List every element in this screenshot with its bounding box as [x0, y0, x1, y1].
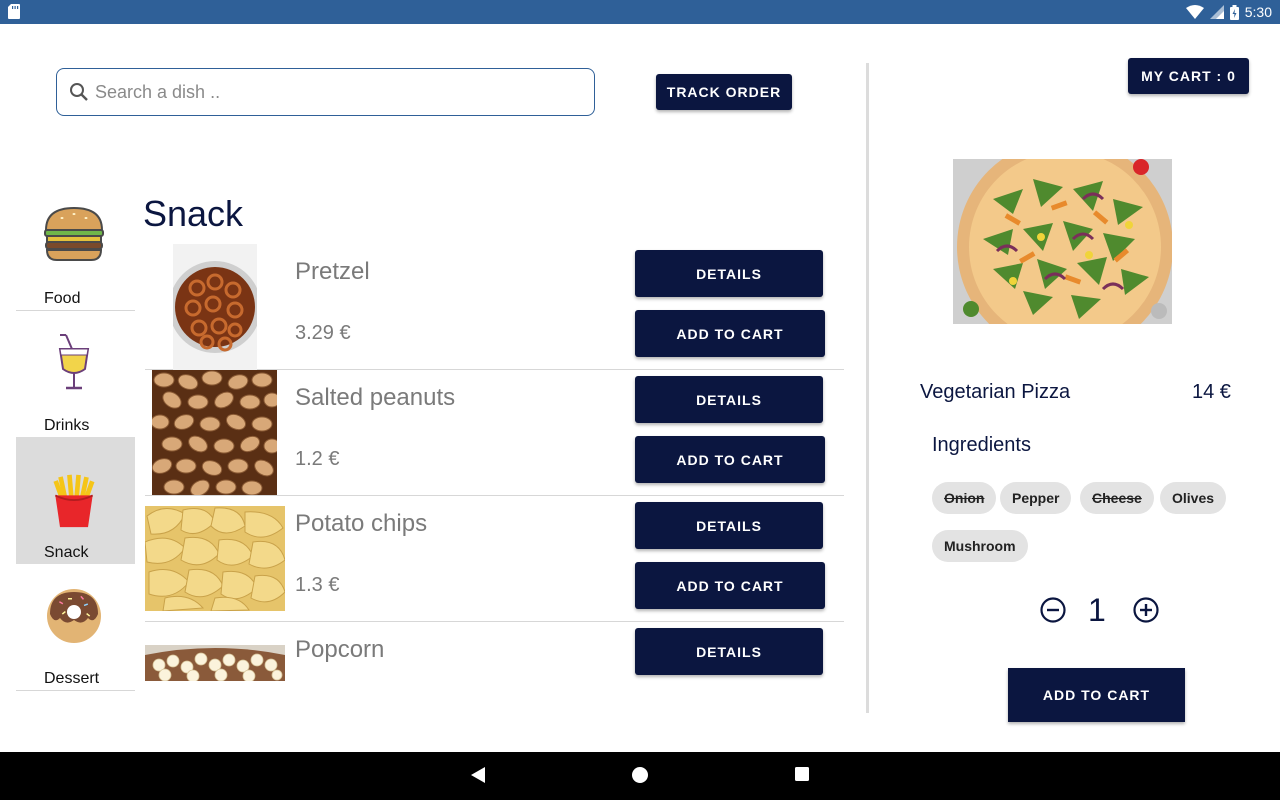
donut-icon	[47, 589, 101, 643]
quantity-value: 1	[1088, 592, 1106, 628]
list-item: Salted peanuts 1.2 € DETAILS ADD TO CART	[145, 370, 844, 496]
home-icon[interactable]	[631, 766, 649, 784]
item-price: 1.2 €	[295, 448, 340, 470]
category-snack[interactable]: Snack	[16, 437, 135, 564]
list-item: Pretzel 3.29 € DETAILS ADD TO CART	[145, 244, 844, 370]
panel-divider	[866, 63, 869, 713]
navigation-bar	[0, 752, 1280, 800]
ingredient-chip-cheese[interactable]: Cheese	[1080, 482, 1154, 514]
dish-name: Vegetarian Pizza	[920, 381, 1071, 403]
popcorn-image	[145, 645, 285, 681]
category-label: Food	[44, 290, 81, 307]
category-label: Drinks	[44, 417, 90, 434]
item-name: Popcorn	[295, 636, 385, 663]
item-name: Salted peanuts	[295, 384, 456, 411]
ingredient-chip-onion[interactable]: Onion	[932, 482, 997, 514]
item-price: 1.3 €	[295, 574, 340, 596]
dish-price: 14 €	[1192, 381, 1231, 403]
details-button[interactable]: DETAILS	[635, 628, 823, 675]
back-icon[interactable]	[470, 766, 486, 784]
minus-circle-icon[interactable]	[1040, 597, 1066, 623]
item-name: Potato chips	[295, 510, 428, 537]
pretzel-image	[173, 244, 257, 370]
drink-icon	[58, 334, 90, 390]
category-drinks[interactable]: Drinks	[16, 311, 135, 438]
search-input[interactable]	[95, 81, 555, 103]
category-label: Snack	[44, 544, 89, 561]
details-button[interactable]: DETAILS	[635, 376, 823, 423]
wifi-icon	[1185, 5, 1204, 19]
my-cart-button[interactable]: MY CART : 0	[1128, 58, 1249, 94]
recents-icon[interactable]	[794, 766, 810, 782]
list-item: Potato chips 1.3 € DETAILS ADD TO CART	[145, 496, 844, 622]
ingredients-title: Ingredients	[932, 434, 1031, 456]
burger-icon	[44, 206, 104, 261]
ingredient-chip-mushroom[interactable]: Mushroom	[932, 530, 1028, 562]
sd-card-icon	[8, 4, 20, 19]
details-button[interactable]: DETAILS	[635, 502, 823, 549]
category-food[interactable]: Food	[16, 184, 135, 311]
track-order-button[interactable]: TRACK ORDER	[656, 74, 792, 110]
battery-icon	[1229, 4, 1239, 20]
clock: 5:30	[1244, 4, 1272, 20]
add-to-cart-button[interactable]: ADD TO CART	[635, 310, 825, 357]
details-button[interactable]: DETAILS	[635, 250, 823, 297]
fries-icon	[53, 474, 95, 528]
ingredient-chip-olives[interactable]: Olives	[1160, 482, 1227, 514]
add-to-cart-button[interactable]: ADD TO CART	[635, 562, 825, 609]
section-title: Snack	[143, 193, 244, 234]
status-bar: 5:30	[0, 0, 1280, 24]
category-label: Dessert	[44, 670, 100, 687]
add-to-cart-main-button[interactable]: ADD TO CART	[1008, 668, 1185, 722]
list-item: Popcorn DETAILS	[145, 622, 844, 692]
item-name: Pretzel	[295, 258, 370, 285]
signal-icon	[1209, 5, 1224, 19]
peanuts-image	[152, 370, 277, 495]
search-icon	[70, 83, 88, 101]
search-box[interactable]	[56, 68, 595, 116]
category-dessert[interactable]: Dessert	[16, 564, 135, 691]
add-to-cart-button[interactable]: ADD TO CART	[635, 436, 825, 483]
item-price: 3.29 €	[295, 322, 351, 344]
pizza-image	[953, 159, 1172, 324]
plus-circle-icon[interactable]	[1133, 597, 1159, 623]
chips-image	[145, 506, 285, 611]
ingredient-chip-pepper[interactable]: Pepper	[1000, 482, 1072, 514]
